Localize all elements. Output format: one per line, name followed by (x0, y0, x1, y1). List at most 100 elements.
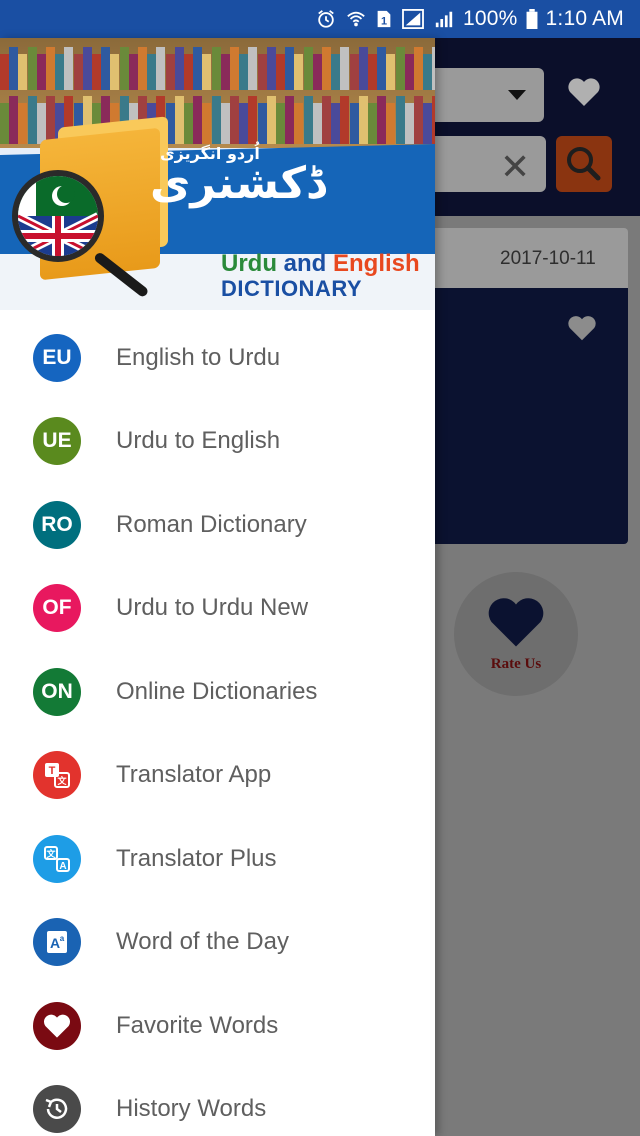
book-spine (119, 47, 129, 90)
drawer-item-label: Translator App (116, 761, 272, 789)
svg-text:文: 文 (56, 775, 67, 787)
battery-icon (526, 9, 538, 29)
book-spine (404, 103, 414, 144)
drawer-item-roman-dictionary[interactable]: RO Roman Dictionary (0, 483, 435, 567)
book-spine (184, 54, 193, 90)
book-spine (340, 47, 350, 90)
book-spine (257, 103, 267, 144)
flags-magnifier-image (12, 170, 104, 262)
drawer-item-urdu-to-urdu-new[interactable]: OF Urdu to Urdu New (0, 567, 435, 651)
book-spine (257, 54, 267, 90)
drawer-item-english-to-urdu[interactable]: EU English to Urdu (0, 316, 435, 400)
drawer-menu: EU English to Urdu UE Urdu to English RO Roma… (0, 316, 435, 1136)
book-spine (220, 103, 230, 144)
urdu-title: ڈکشنری (150, 158, 326, 209)
book-spine (73, 54, 83, 90)
drawer-banner: اُردو انگریزی ڈکشنری Urdu and English DI… (0, 38, 435, 310)
book-spine (46, 47, 55, 90)
alarm-icon (318, 10, 334, 28)
book-spine (9, 47, 19, 90)
drawer-item-label: Urdu to English (116, 427, 281, 455)
book-spine (349, 103, 359, 144)
book-spine (202, 54, 212, 90)
book-spine (184, 103, 193, 144)
book-spine (358, 96, 368, 144)
drawer-item-label: English to Urdu (116, 343, 281, 371)
book-spine (312, 54, 322, 90)
drawer-item-history-words[interactable]: History Words (0, 1068, 435, 1136)
card-heart-icon[interactable] (566, 314, 598, 342)
eu-badge-icon: EU (33, 333, 81, 382)
drawer-item-online-dictionaries[interactable]: ON Online Dictionaries (0, 650, 435, 734)
heart-icon (488, 598, 544, 647)
flag-icon (18, 176, 98, 256)
word-card-date: 2017-10-11 (500, 248, 596, 269)
drawer-item-word-of-the-day[interactable]: Aa Word of the Day (0, 901, 435, 985)
book-spine (128, 54, 138, 90)
book-spine (414, 96, 423, 144)
book-spine (322, 47, 331, 90)
banner-title-word3: English (333, 250, 420, 277)
book-spine (414, 47, 423, 90)
favorites-heart-icon[interactable] (566, 76, 602, 108)
drawer-item-urdu-to-english[interactable]: UE Urdu to English (0, 400, 435, 484)
book-spine (358, 47, 368, 90)
battery-percent: 100% (463, 7, 518, 30)
book-spine (423, 54, 433, 90)
book-spine (174, 96, 184, 144)
search-icon (567, 147, 601, 181)
svg-text:文: 文 (45, 848, 56, 860)
book-spine (432, 96, 435, 144)
chevron-down-icon (508, 90, 526, 100)
book-spine (404, 54, 414, 90)
book-spine (312, 103, 322, 144)
book-spine (202, 103, 212, 144)
wifi-icon (347, 11, 365, 27)
book-spine (331, 54, 341, 90)
book-spine (303, 47, 313, 90)
drawer-item-translator-plus[interactable]: 文 A Translator Plus (0, 817, 435, 901)
book-spine (276, 103, 285, 144)
book-spine (322, 96, 331, 144)
drawer-item-label: Favorite Words (116, 1011, 279, 1039)
clear-icon[interactable]: ✕ (500, 150, 530, 186)
book-spine (92, 54, 101, 90)
drawer-item-favorite-words[interactable]: Favorite Words (0, 984, 435, 1068)
svg-text:a: a (60, 934, 65, 943)
rate-us-label: Rate Us (490, 656, 542, 672)
book-spine (340, 96, 350, 144)
book-spine (110, 54, 120, 90)
clock: 1:10 AM (545, 7, 624, 30)
book-spine (36, 54, 46, 90)
translate-plus-icon: 文A (33, 834, 81, 883)
book-spine (285, 96, 295, 144)
book-spine (101, 47, 111, 90)
ro-badge-icon: RO (33, 500, 81, 549)
book-spine (165, 54, 175, 90)
book-spine (239, 103, 249, 144)
book-spine (432, 47, 435, 90)
banner-title-word1: Urdu (221, 250, 277, 277)
navigation-drawer: اُردو انگریزی ڈکشنری Urdu and English DI… (0, 38, 435, 1136)
translate-icon: T文 (33, 751, 81, 800)
rate-us-button[interactable]: Rate Us (454, 572, 578, 696)
search-button[interactable] (556, 136, 612, 192)
svg-text:A: A (59, 861, 66, 872)
drawer-item-translator-app[interactable]: T 文 Translator App (0, 734, 435, 818)
book-spine (248, 96, 258, 144)
book-spine (138, 47, 147, 90)
book-spine (395, 47, 405, 90)
sim-1-icon: 1 (377, 10, 391, 27)
status-bar: 1 100% 1:10 AM (0, 0, 640, 38)
book-spine (27, 96, 37, 144)
book-spine (147, 54, 157, 90)
book-spine (239, 54, 249, 90)
book-spine (27, 47, 37, 90)
banner-title-word2: and (283, 250, 327, 277)
book-spine (423, 103, 433, 144)
book-spine (386, 54, 396, 90)
svg-text:1: 1 (381, 15, 387, 27)
book-spine (0, 54, 9, 90)
book-spine (9, 96, 19, 144)
drawer-item-label: History Words (116, 1095, 267, 1123)
